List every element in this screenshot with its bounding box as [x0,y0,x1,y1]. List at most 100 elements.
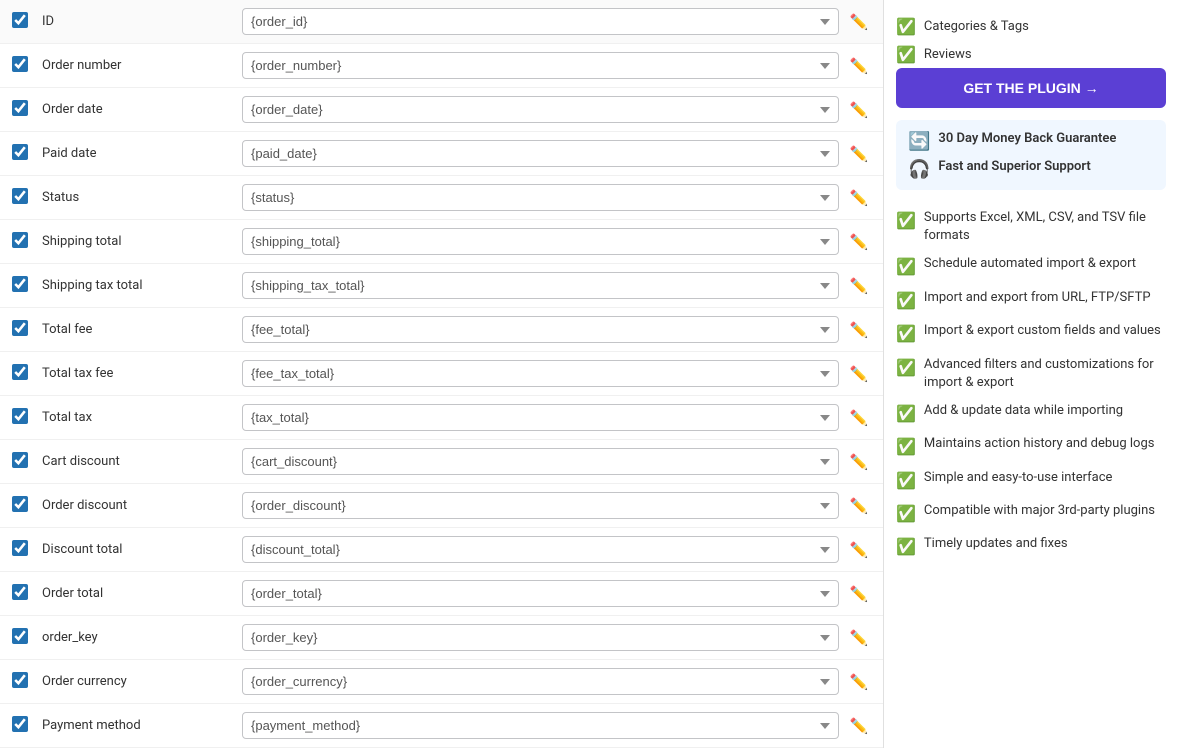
field-select[interactable]: {payment_method} [242,712,839,739]
feature-check-icon: ✅ [896,290,916,312]
field-select[interactable]: {shipping_tax_total} [242,272,839,299]
field-select[interactable]: {tax_total} [242,404,839,431]
field-select[interactable]: {paid_date} [242,140,839,167]
feature-text: Simple and easy-to-use interface [924,469,1113,487]
row-checkbox[interactable] [12,408,28,424]
field-row: Order total {order_total} ✏️ [0,572,883,616]
field-select[interactable]: {order_date} [242,96,839,123]
checkbox-col [12,584,42,604]
edit-icon[interactable]: ✏️ [847,145,871,163]
field-row: Total tax fee {fee_tax_total} ✏️ [0,352,883,396]
field-select[interactable]: {order_number} [242,52,839,79]
field-select[interactable]: {cart_discount} [242,448,839,475]
feature-item: ✅ Advanced filters and customizations fo… [896,351,1166,397]
field-row: Cart discount {cart_discount} ✏️ [0,440,883,484]
categories-tags-row: ✅ Categories & Tags [896,12,1166,40]
field-select[interactable]: {order_key} [242,624,839,651]
edit-icon[interactable]: ✏️ [847,541,871,559]
field-select-col: {order_number} [242,52,839,79]
field-select-col: {fee_total} [242,316,839,343]
edit-icon[interactable]: ✏️ [847,321,871,339]
feature-item: ✅ Timely updates and fixes [896,530,1166,563]
checkbox-col [12,12,42,32]
get-plugin-button[interactable]: GET THE PLUGIN → [896,68,1166,108]
field-select-col: {order_key} [242,624,839,651]
support-icon: 🎧 [908,159,930,180]
field-label: Order date [42,102,242,117]
feature-check-icon: ✅ [896,436,916,458]
field-select[interactable]: {fee_total} [242,316,839,343]
field-label: Shipping total [42,234,242,249]
edit-icon[interactable]: ✏️ [847,57,871,75]
row-checkbox[interactable] [12,496,28,512]
checkbox-col [12,276,42,296]
checkbox-col [12,320,42,340]
edit-icon[interactable]: ✏️ [847,409,871,427]
field-select-col: {shipping_total} [242,228,839,255]
edit-icon[interactable]: ✏️ [847,13,871,31]
feature-text: Schedule automated import & export [924,255,1136,273]
field-select[interactable]: {status} [242,184,839,211]
edit-icon[interactable]: ✏️ [847,233,871,251]
edit-icon[interactable]: ✏️ [847,365,871,383]
field-select[interactable]: {discount_total} [242,536,839,563]
feature-check-icon: ✅ [896,536,916,558]
edit-icon[interactable]: ✏️ [847,497,871,515]
row-checkbox[interactable] [12,100,28,116]
edit-icon[interactable]: ✏️ [847,717,871,735]
feature-check-icon: ✅ [896,256,916,278]
row-checkbox[interactable] [12,12,28,28]
row-checkbox[interactable] [12,188,28,204]
row-checkbox[interactable] [12,540,28,556]
row-checkbox[interactable] [12,144,28,160]
row-checkbox[interactable] [12,628,28,644]
field-label: Shipping tax total [42,278,242,293]
feature-check-icon: ✅ [896,210,916,232]
checkbox-col [12,496,42,516]
field-select[interactable]: {order_id} [242,8,839,35]
field-select[interactable]: {order_discount} [242,492,839,519]
money-back-icon: 🔄 [908,131,930,152]
edit-icon[interactable]: ✏️ [847,629,871,647]
feature-check-icon: ✅ [896,323,916,345]
row-checkbox[interactable] [12,320,28,336]
checkbox-col [12,232,42,252]
row-checkbox[interactable] [12,364,28,380]
feature-item: ✅ Supports Excel, XML, CSV, and TSV file… [896,204,1166,250]
feature-check-icon: ✅ [896,357,916,379]
edit-icon[interactable]: ✏️ [847,673,871,691]
field-label: Paid date [42,146,242,161]
categories-tags-label: Categories & Tags [924,19,1029,34]
field-select[interactable]: {fee_tax_total} [242,360,839,387]
categories-check-icon: ✅ [896,17,916,36]
field-select-col: {order_date} [242,96,839,123]
feature-text: Compatible with major 3rd-party plugins [924,502,1155,520]
row-checkbox[interactable] [12,232,28,248]
field-select[interactable]: {shipping_total} [242,228,839,255]
checkbox-col [12,364,42,384]
field-select[interactable]: {order_total} [242,580,839,607]
row-checkbox[interactable] [12,584,28,600]
field-select[interactable]: {order_currency} [242,668,839,695]
checkbox-col [12,144,42,164]
row-checkbox[interactable] [12,56,28,72]
field-select-col: {order_discount} [242,492,839,519]
row-checkbox[interactable] [12,672,28,688]
row-checkbox[interactable] [12,716,28,732]
field-select-col: {paid_date} [242,140,839,167]
checkbox-col [12,452,42,472]
field-label: Order discount [42,498,242,513]
edit-icon[interactable]: ✏️ [847,585,871,603]
edit-icon[interactable]: ✏️ [847,101,871,119]
edit-icon[interactable]: ✏️ [847,453,871,471]
feature-text: Timely updates and fixes [924,535,1068,553]
row-checkbox[interactable] [12,276,28,292]
checkbox-col [12,56,42,76]
feature-item: ✅ Schedule automated import & export [896,250,1166,283]
edit-icon[interactable]: ✏️ [847,189,871,207]
row-checkbox[interactable] [12,452,28,468]
field-label: Total fee [42,322,242,337]
feature-item: ✅ Compatible with major 3rd-party plugin… [896,497,1166,530]
edit-icon[interactable]: ✏️ [847,277,871,295]
field-row: ID {order_id} ✏️ [0,0,883,44]
